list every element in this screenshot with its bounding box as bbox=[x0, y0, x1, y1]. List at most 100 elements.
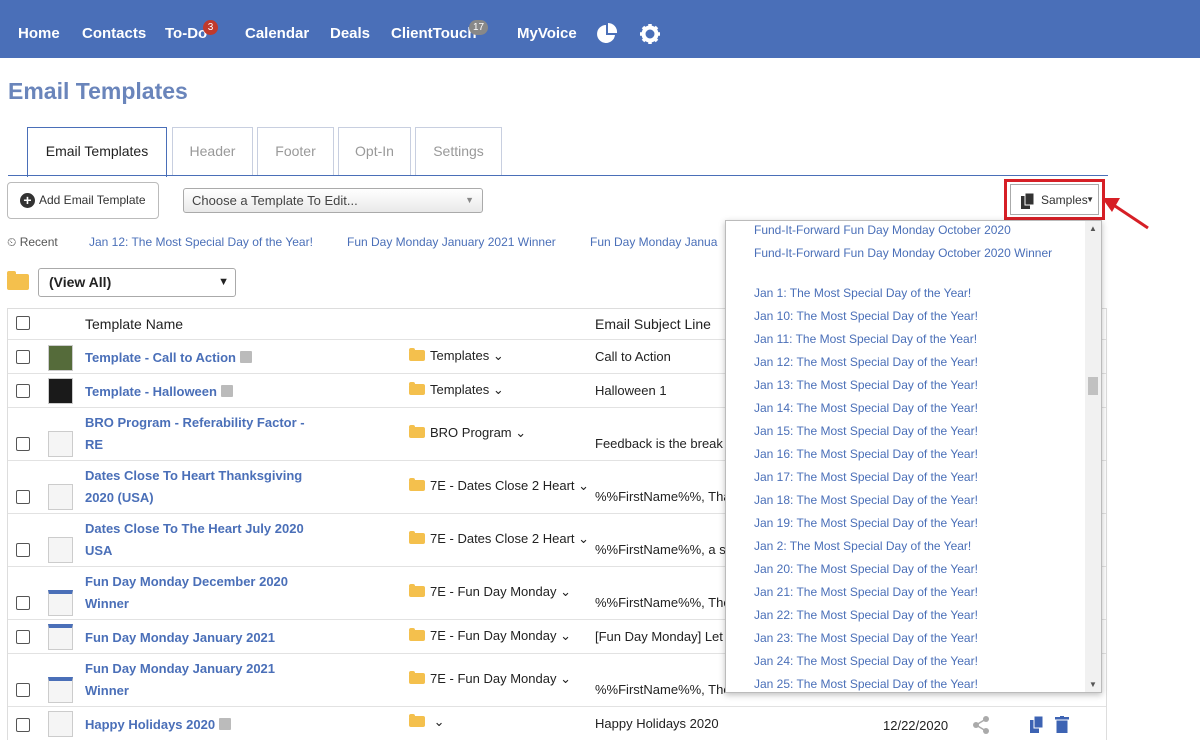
sample-item[interactable]: Jan 2: The Most Special Day of the Year! bbox=[754, 538, 1064, 555]
sample-item[interactable]: Jan 25: The Most Special Day of the Year… bbox=[754, 676, 1064, 692]
template-subject: %%FirstName%%, The bbox=[595, 682, 725, 697]
template-name-link[interactable]: Happy Holidays 2020 bbox=[85, 714, 315, 736]
recent-link[interactable]: Fun Day Monday January 2021 Winner bbox=[347, 235, 556, 249]
row-checkbox[interactable] bbox=[16, 437, 30, 451]
sample-item[interactable]: Jan 21: The Most Special Day of the Year… bbox=[754, 584, 1064, 601]
template-folder[interactable]: Templates ⌄ bbox=[409, 382, 504, 398]
recent-link[interactable]: Jan 12: The Most Special Day of the Year… bbox=[89, 235, 313, 249]
row-checkbox[interactable] bbox=[16, 543, 30, 557]
nav-todo[interactable]: To-Do bbox=[165, 25, 207, 42]
sample-item[interactable]: Jan 24: The Most Special Day of the Year… bbox=[754, 653, 1064, 670]
red-arrow-annotation bbox=[1102, 198, 1149, 230]
sample-item[interactable]: Jan 10: The Most Special Day of the Year… bbox=[754, 308, 1064, 325]
template-name-link[interactable]: Fun Day Monday December 2020 Winner bbox=[85, 571, 315, 615]
nav-calendar[interactable]: Calendar bbox=[245, 25, 309, 42]
tab-footer[interactable]: Footer bbox=[257, 127, 334, 175]
sample-item[interactable]: Jan 19: The Most Special Day of the Year… bbox=[754, 515, 1064, 532]
template-subject: %%FirstName%%, Tha bbox=[595, 489, 725, 504]
template-name-link[interactable]: BRO Program - Referability Factor - RE bbox=[85, 412, 315, 456]
sample-item[interactable]: Jan 23: The Most Special Day of the Year… bbox=[754, 630, 1064, 647]
template-folder[interactable]: ⌄ bbox=[409, 714, 445, 730]
template-thumbnail[interactable] bbox=[48, 431, 73, 457]
header-template-name: Template Name bbox=[85, 316, 184, 332]
sample-item[interactable]: Jan 20: The Most Special Day of the Year… bbox=[754, 561, 1064, 578]
nav-deals[interactable]: Deals bbox=[330, 25, 370, 42]
tab-opt-in[interactable]: Opt-In bbox=[338, 127, 411, 175]
sample-item[interactable]: Jan 18: The Most Special Day of the Year… bbox=[754, 492, 1064, 509]
folder-filter-value: (View All) bbox=[49, 274, 112, 290]
gear-icon[interactable] bbox=[640, 24, 660, 44]
template-name-link[interactable]: Dates Close To Heart Thanksgiving 2020 (… bbox=[85, 465, 315, 509]
plus-icon: + bbox=[20, 193, 35, 208]
template-thumbnail[interactable] bbox=[48, 537, 73, 563]
edit-icon[interactable] bbox=[239, 351, 252, 363]
template-thumbnail[interactable] bbox=[48, 624, 73, 650]
row-checkbox[interactable] bbox=[16, 718, 30, 732]
trash-icon[interactable] bbox=[1055, 716, 1069, 733]
sample-item[interactable]: Jan 17: The Most Special Day of the Year… bbox=[754, 469, 1064, 486]
samples-dropdown-list[interactable]: Fund-It-Forward Fun Day Monday October 2… bbox=[725, 220, 1102, 693]
tab-settings[interactable]: Settings bbox=[415, 127, 502, 175]
folder-filter-select[interactable]: (View All) ▼ bbox=[38, 268, 236, 297]
sample-item[interactable]: Jan 22: The Most Special Day of the Year… bbox=[754, 607, 1064, 624]
template-name-link[interactable]: Template - Halloween bbox=[85, 381, 315, 403]
row-checkbox[interactable] bbox=[16, 350, 30, 364]
share-icon[interactable] bbox=[972, 716, 990, 734]
edit-icon[interactable] bbox=[219, 718, 232, 730]
folder-icon bbox=[409, 348, 425, 361]
template-name-link[interactable]: Fun Day Monday January 2021 bbox=[85, 627, 315, 649]
dropdown-scrollbar[interactable]: ▲ ▼ bbox=[1085, 221, 1101, 692]
nav-clienttouch[interactable]: ClientTouch bbox=[391, 25, 477, 42]
template-folder[interactable]: 7E - Dates Close 2 Heart ⌄ bbox=[409, 531, 589, 547]
template-thumbnail[interactable] bbox=[48, 484, 73, 510]
sample-item[interactable]: Jan 1: The Most Special Day of the Year! bbox=[754, 285, 1064, 302]
template-folder[interactable]: 7E - Fun Day Monday ⌄ bbox=[409, 584, 571, 600]
copy-row-icon[interactable] bbox=[1030, 716, 1044, 733]
sample-item[interactable]: Jan 12: The Most Special Day of the Year… bbox=[754, 354, 1064, 371]
choose-template-select[interactable]: Choose a Template To Edit... ▼ bbox=[183, 188, 483, 213]
folder-icon bbox=[409, 382, 425, 395]
row-checkbox[interactable] bbox=[16, 630, 30, 644]
template-folder[interactable]: 7E - Fun Day Monday ⌄ bbox=[409, 628, 571, 644]
pie-chart-icon[interactable] bbox=[596, 23, 618, 45]
row-checkbox[interactable] bbox=[16, 384, 30, 398]
sample-item[interactable]: Jan 11: The Most Special Day of the Year… bbox=[754, 331, 1064, 348]
template-thumbnail[interactable] bbox=[48, 677, 73, 703]
sample-item[interactable]: Jan 13: The Most Special Day of the Year… bbox=[754, 377, 1064, 394]
scroll-up-icon[interactable]: ▲ bbox=[1089, 224, 1097, 233]
sample-item[interactable]: Jan 15: The Most Special Day of the Year… bbox=[754, 423, 1064, 440]
row-checkbox[interactable] bbox=[16, 490, 30, 504]
template-thumbnail[interactable] bbox=[48, 378, 73, 404]
sample-item[interactable]: Fund-It-Forward Fun Day Monday October 2… bbox=[754, 222, 1064, 239]
tab-header[interactable]: Header bbox=[172, 127, 253, 175]
template-folder[interactable]: BRO Program ⌄ bbox=[409, 425, 526, 441]
nav-contacts[interactable]: Contacts bbox=[82, 25, 146, 42]
template-folder[interactable]: 7E - Fun Day Monday ⌄ bbox=[409, 671, 571, 687]
edit-icon[interactable] bbox=[220, 385, 233, 397]
sample-item[interactable]: Jan 14: The Most Special Day of the Year… bbox=[754, 400, 1064, 417]
add-email-template-button[interactable]: + Add Email Template bbox=[7, 182, 159, 219]
header-subject-line: Email Subject Line bbox=[595, 316, 711, 332]
nav-home[interactable]: Home bbox=[18, 25, 60, 42]
tab-email-templates[interactable]: Email Templates bbox=[27, 127, 167, 177]
recent-link[interactable]: Fun Day Monday Janua bbox=[590, 235, 717, 249]
template-thumbnail[interactable] bbox=[48, 345, 73, 371]
template-thumbnail[interactable] bbox=[48, 590, 73, 616]
template-folder[interactable]: Templates ⌄ bbox=[409, 348, 504, 364]
sample-item[interactable]: Fund-It-Forward Fun Day Monday October 2… bbox=[754, 245, 1064, 262]
row-checkbox[interactable] bbox=[16, 596, 30, 610]
row-checkbox[interactable] bbox=[16, 683, 30, 697]
select-all-checkbox[interactable] bbox=[16, 316, 30, 330]
add-email-template-label: Add Email Template bbox=[39, 193, 146, 207]
sample-item[interactable]: Jan 16: The Most Special Day of the Year… bbox=[754, 446, 1064, 463]
template-folder[interactable]: 7E - Dates Close 2 Heart ⌄ bbox=[409, 478, 589, 494]
template-name-link[interactable]: Fun Day Monday January 2021 Winner bbox=[85, 658, 315, 702]
scroll-down-icon[interactable]: ▼ bbox=[1089, 680, 1097, 689]
samples-caret-icon: ▼ bbox=[1086, 195, 1094, 204]
template-name-link[interactable]: Dates Close To The Heart July 2020 USA bbox=[85, 518, 315, 562]
template-name-link[interactable]: Template - Call to Action bbox=[85, 347, 315, 369]
template-thumbnail[interactable] bbox=[48, 711, 73, 737]
samples-button[interactable]: Samples ▼ bbox=[1010, 184, 1099, 215]
nav-myvoice[interactable]: MyVoice bbox=[517, 25, 577, 42]
scrollbar-thumb[interactable] bbox=[1088, 377, 1098, 395]
